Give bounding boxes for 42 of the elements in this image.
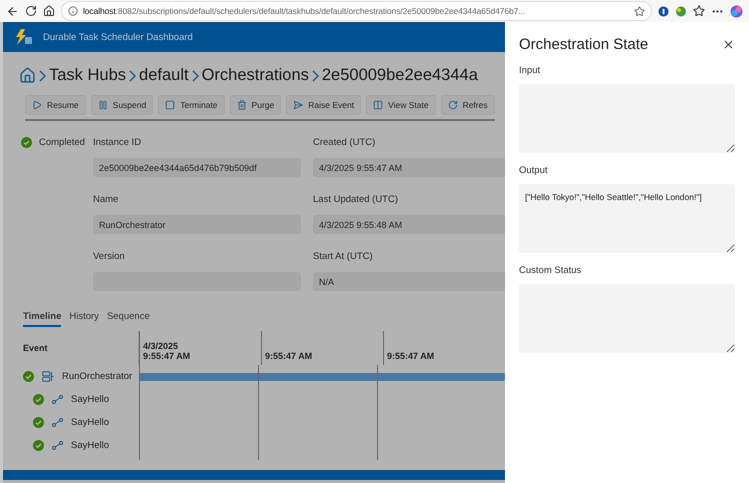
field-value: RunOrchestrator — [93, 215, 301, 234]
tab[interactable]: Timeline — [23, 311, 62, 327]
address-bar[interactable]: localhost:8082/subscriptions/default/schedulers/default/taskhubs/default/orchestrations/2e50009be2ee4344a65d476b7... — [61, 1, 652, 21]
field-label: Version — [93, 251, 126, 262]
status-label: Completed — [39, 137, 85, 148]
breadcrumb-link[interactable]: Orchestrations — [202, 66, 309, 85]
field-label: Instance ID — [93, 137, 142, 148]
toolbar-button[interactable]: Purge — [230, 95, 282, 115]
toolbar-button[interactable]: Terminate — [158, 95, 225, 115]
section-label: Custom Status — [519, 265, 582, 276]
text-area[interactable]: ["Hello Tokyo!","Hello Seattle!","Hello London!"] — [519, 184, 735, 253]
tick-time: 9:55:47 AM — [143, 351, 192, 361]
section-label: Output — [519, 165, 549, 176]
tick-time: 9:55:47 AM — [387, 351, 436, 361]
tick-time: 9:55:47 AM — [265, 351, 314, 361]
toolbar-button[interactable]: Raise Event — [286, 95, 362, 115]
field-value: N/A — [313, 272, 505, 291]
toolbar-button[interactable]: Resume — [25, 95, 86, 115]
event-name: SayHello — [71, 394, 110, 405]
event-name: SayHello — [71, 417, 110, 428]
breadcrumb-link[interactable]: default — [139, 66, 189, 85]
tab[interactable]: History — [69, 311, 99, 327]
field-label: Created (UTC) — [313, 137, 376, 148]
panel-title: Orchestration State — [519, 36, 648, 53]
field-value: 4/3/2025 9:55:48 AM — [313, 215, 505, 234]
toolbar-button[interactable]: Refres — [440, 95, 495, 115]
tab[interactable]: Sequence — [106, 311, 150, 327]
field-label: Start At (UTC) — [313, 251, 374, 262]
toolbar-button[interactable]: View State — [366, 95, 436, 115]
section-label: Input — [519, 65, 542, 76]
column-header: Event — [23, 331, 139, 365]
breadcrumb-link[interactable]: Task Hubs — [49, 66, 126, 85]
field-value: 4/3/2025 9:55:47 AM — [313, 158, 505, 177]
event-name: RunOrchestrator — [62, 371, 132, 382]
toolbar-button[interactable]: Suspend — [90, 95, 154, 115]
app-title: Durable Task Scheduler Dashboard — [43, 32, 193, 42]
tick-date: 4/3/2025 — [143, 341, 180, 351]
field-label: Last Updated (UTC) — [313, 194, 400, 205]
field-value: 2e50009be2ee4344a65d476b79b509df — [93, 158, 301, 177]
url-text: localhost:8082/subscriptions/default/schedulers/default/taskhubs/default/orchestrations/2e50009be2ee4344a65d476b7... — [83, 6, 526, 16]
event-name: SayHello — [71, 440, 110, 451]
field-label: Name — [93, 194, 120, 205]
